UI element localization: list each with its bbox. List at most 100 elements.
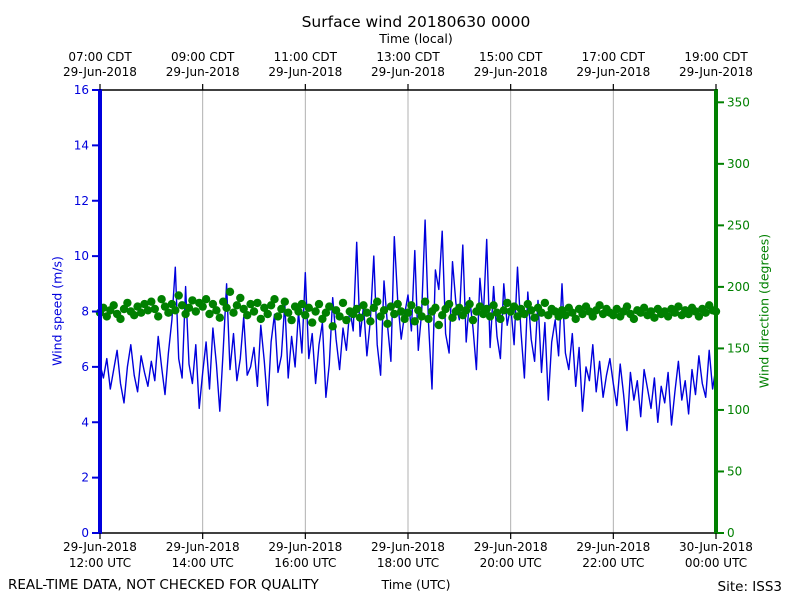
wind-direction-dot <box>622 302 632 311</box>
wind-direction-dot <box>301 311 310 320</box>
wind-direction-dot <box>225 287 235 296</box>
wind-direction-dot <box>571 314 580 324</box>
bottom-tick-label-time: 16:00 UTC <box>274 556 336 570</box>
wind-direction-dot <box>444 299 454 309</box>
wind-direction-dot <box>328 322 337 331</box>
right-tick-label: 50 <box>727 464 742 478</box>
left-tick-label: 4 <box>81 415 89 429</box>
wind-direction-dot <box>157 295 166 304</box>
bottom-tick-label-date: 29-Jun-2018 <box>63 540 137 554</box>
wind-direction-dot <box>407 301 416 310</box>
wind-direction-dot <box>171 306 180 315</box>
wind-direction-dot <box>284 308 293 317</box>
wind-direction-dot <box>403 308 413 317</box>
top-tick-label-date: 29-Jun-2018 <box>63 65 137 79</box>
top-tick-label-time: 07:00 CDT <box>68 50 132 64</box>
wind-direction-dot <box>530 313 539 322</box>
site-label: Site: ISS3 <box>717 579 782 595</box>
wind-direction-dot <box>359 301 368 310</box>
top-tick-label-date: 29-Jun-2018 <box>474 65 548 79</box>
wind-direction-dot <box>147 297 156 306</box>
left-tick-label: 12 <box>74 194 89 208</box>
left-tick-label: 0 <box>81 526 89 540</box>
wind-direction-dot <box>383 319 392 328</box>
right-tick-label: 250 <box>727 218 750 232</box>
top-tick-label-time: 09:00 CDT <box>171 50 235 64</box>
wind-direction-dot <box>431 303 440 312</box>
top-tick-label-time: 17:00 CDT <box>582 50 646 64</box>
wind-direction-dot <box>355 313 365 322</box>
left-tick-label: 8 <box>81 305 89 319</box>
wind-direction-dot <box>270 295 279 304</box>
wind-direction-dot <box>424 314 433 324</box>
top-tick-label-time: 19:00 CDT <box>684 50 748 64</box>
wind-direction-dot <box>308 318 317 327</box>
wind-direction-dot <box>362 308 372 317</box>
wind-direction-dot <box>236 293 245 303</box>
bottom-tick-label-time: 12:00 UTC <box>69 556 131 570</box>
bottom-tick-label-time: 22:00 UTC <box>582 556 644 570</box>
wind-direction-dot <box>468 315 478 325</box>
wind-direction-dot <box>366 317 375 326</box>
wind-direction-dot <box>280 297 289 306</box>
left-tick-label: 14 <box>74 138 89 152</box>
wind-direction-dot <box>116 314 125 324</box>
wind-direction-dot <box>201 295 211 304</box>
bottom-axis-label: Time (UTC) <box>381 577 451 592</box>
right-tick-label: 0 <box>727 526 735 540</box>
chart-canvas: 07:00 CDT29-Jun-201829-Jun-201812:00 UTC… <box>63 50 753 570</box>
left-tick-label: 10 <box>74 249 89 263</box>
wind-direction-dot <box>496 314 505 324</box>
wind-direction-dot <box>465 299 474 309</box>
left-tick-label: 16 <box>74 83 89 97</box>
wind-direction-dot <box>212 306 221 315</box>
wind-direction-dot <box>154 312 163 321</box>
left-axis-title: Wind speed (m/s) <box>49 256 65 366</box>
bottom-tick-label-date: 29-Jun-2018 <box>166 540 240 554</box>
wind-direction-dot <box>489 301 498 310</box>
top-tick-label-date: 29-Jun-2018 <box>679 65 753 79</box>
right-tick-label: 350 <box>727 95 750 109</box>
wind-direction-dot <box>311 307 320 316</box>
wind-direction-dot <box>629 314 639 324</box>
wind-direction-dot <box>342 315 351 325</box>
right-tick-label: 100 <box>727 403 750 417</box>
top-tick-label-date: 29-Jun-2018 <box>268 65 342 79</box>
right-tick-label: 150 <box>727 341 750 355</box>
bottom-tick-label-time: 14:00 UTC <box>172 556 234 570</box>
wind-direction-dot <box>273 312 283 321</box>
top-tick-label-time: 15:00 CDT <box>479 50 543 64</box>
bottom-tick-label-date: 29-Jun-2018 <box>576 540 650 554</box>
wind-direction-dot <box>229 308 238 317</box>
wind-direction-dot <box>410 317 419 326</box>
wind-direction-dot <box>263 309 272 319</box>
left-tick-label: 2 <box>81 471 89 485</box>
wind-direction-dot <box>338 298 348 308</box>
wind-direction-dot <box>253 298 262 308</box>
bottom-tick-label-time: 20:00 UTC <box>480 556 542 570</box>
wind-chart-figure: Surface wind 20180630 0000 Time (local) … <box>0 0 800 600</box>
wind-direction-dot <box>434 320 443 330</box>
bottom-tick-label-time: 00:00 UTC <box>685 556 747 570</box>
wind-direction-dot <box>123 298 132 308</box>
wind-direction-dot <box>287 315 296 325</box>
wind-direction-dot <box>393 299 402 309</box>
bottom-tick-label-date: 29-Jun-2018 <box>371 540 445 554</box>
wind-direction-dot <box>215 313 224 322</box>
wind-direction-dot <box>256 314 265 324</box>
top-tick-label-date: 29-Jun-2018 <box>576 65 650 79</box>
bottom-tick-label-time: 18:00 UTC <box>377 556 439 570</box>
wind-direction-dot <box>174 291 183 300</box>
wind-direction-dot <box>314 299 324 309</box>
bottom-tick-label-date: 30-Jun-2018 <box>679 540 753 554</box>
wind-direction-dot <box>420 297 430 306</box>
wind-direction-dot <box>222 303 231 312</box>
wind-direction-dot <box>150 304 159 314</box>
left-tick-label: 6 <box>81 360 89 374</box>
top-tick-label-time: 13:00 CDT <box>376 50 440 64</box>
wind-direction-dot <box>198 302 207 311</box>
top-tick-label-time: 11:00 CDT <box>274 50 338 64</box>
right-axis-title: Wind direction (degrees) <box>756 233 772 389</box>
wind-direction-dot <box>191 307 200 316</box>
top-tick-label-date: 29-Jun-2018 <box>371 65 445 79</box>
